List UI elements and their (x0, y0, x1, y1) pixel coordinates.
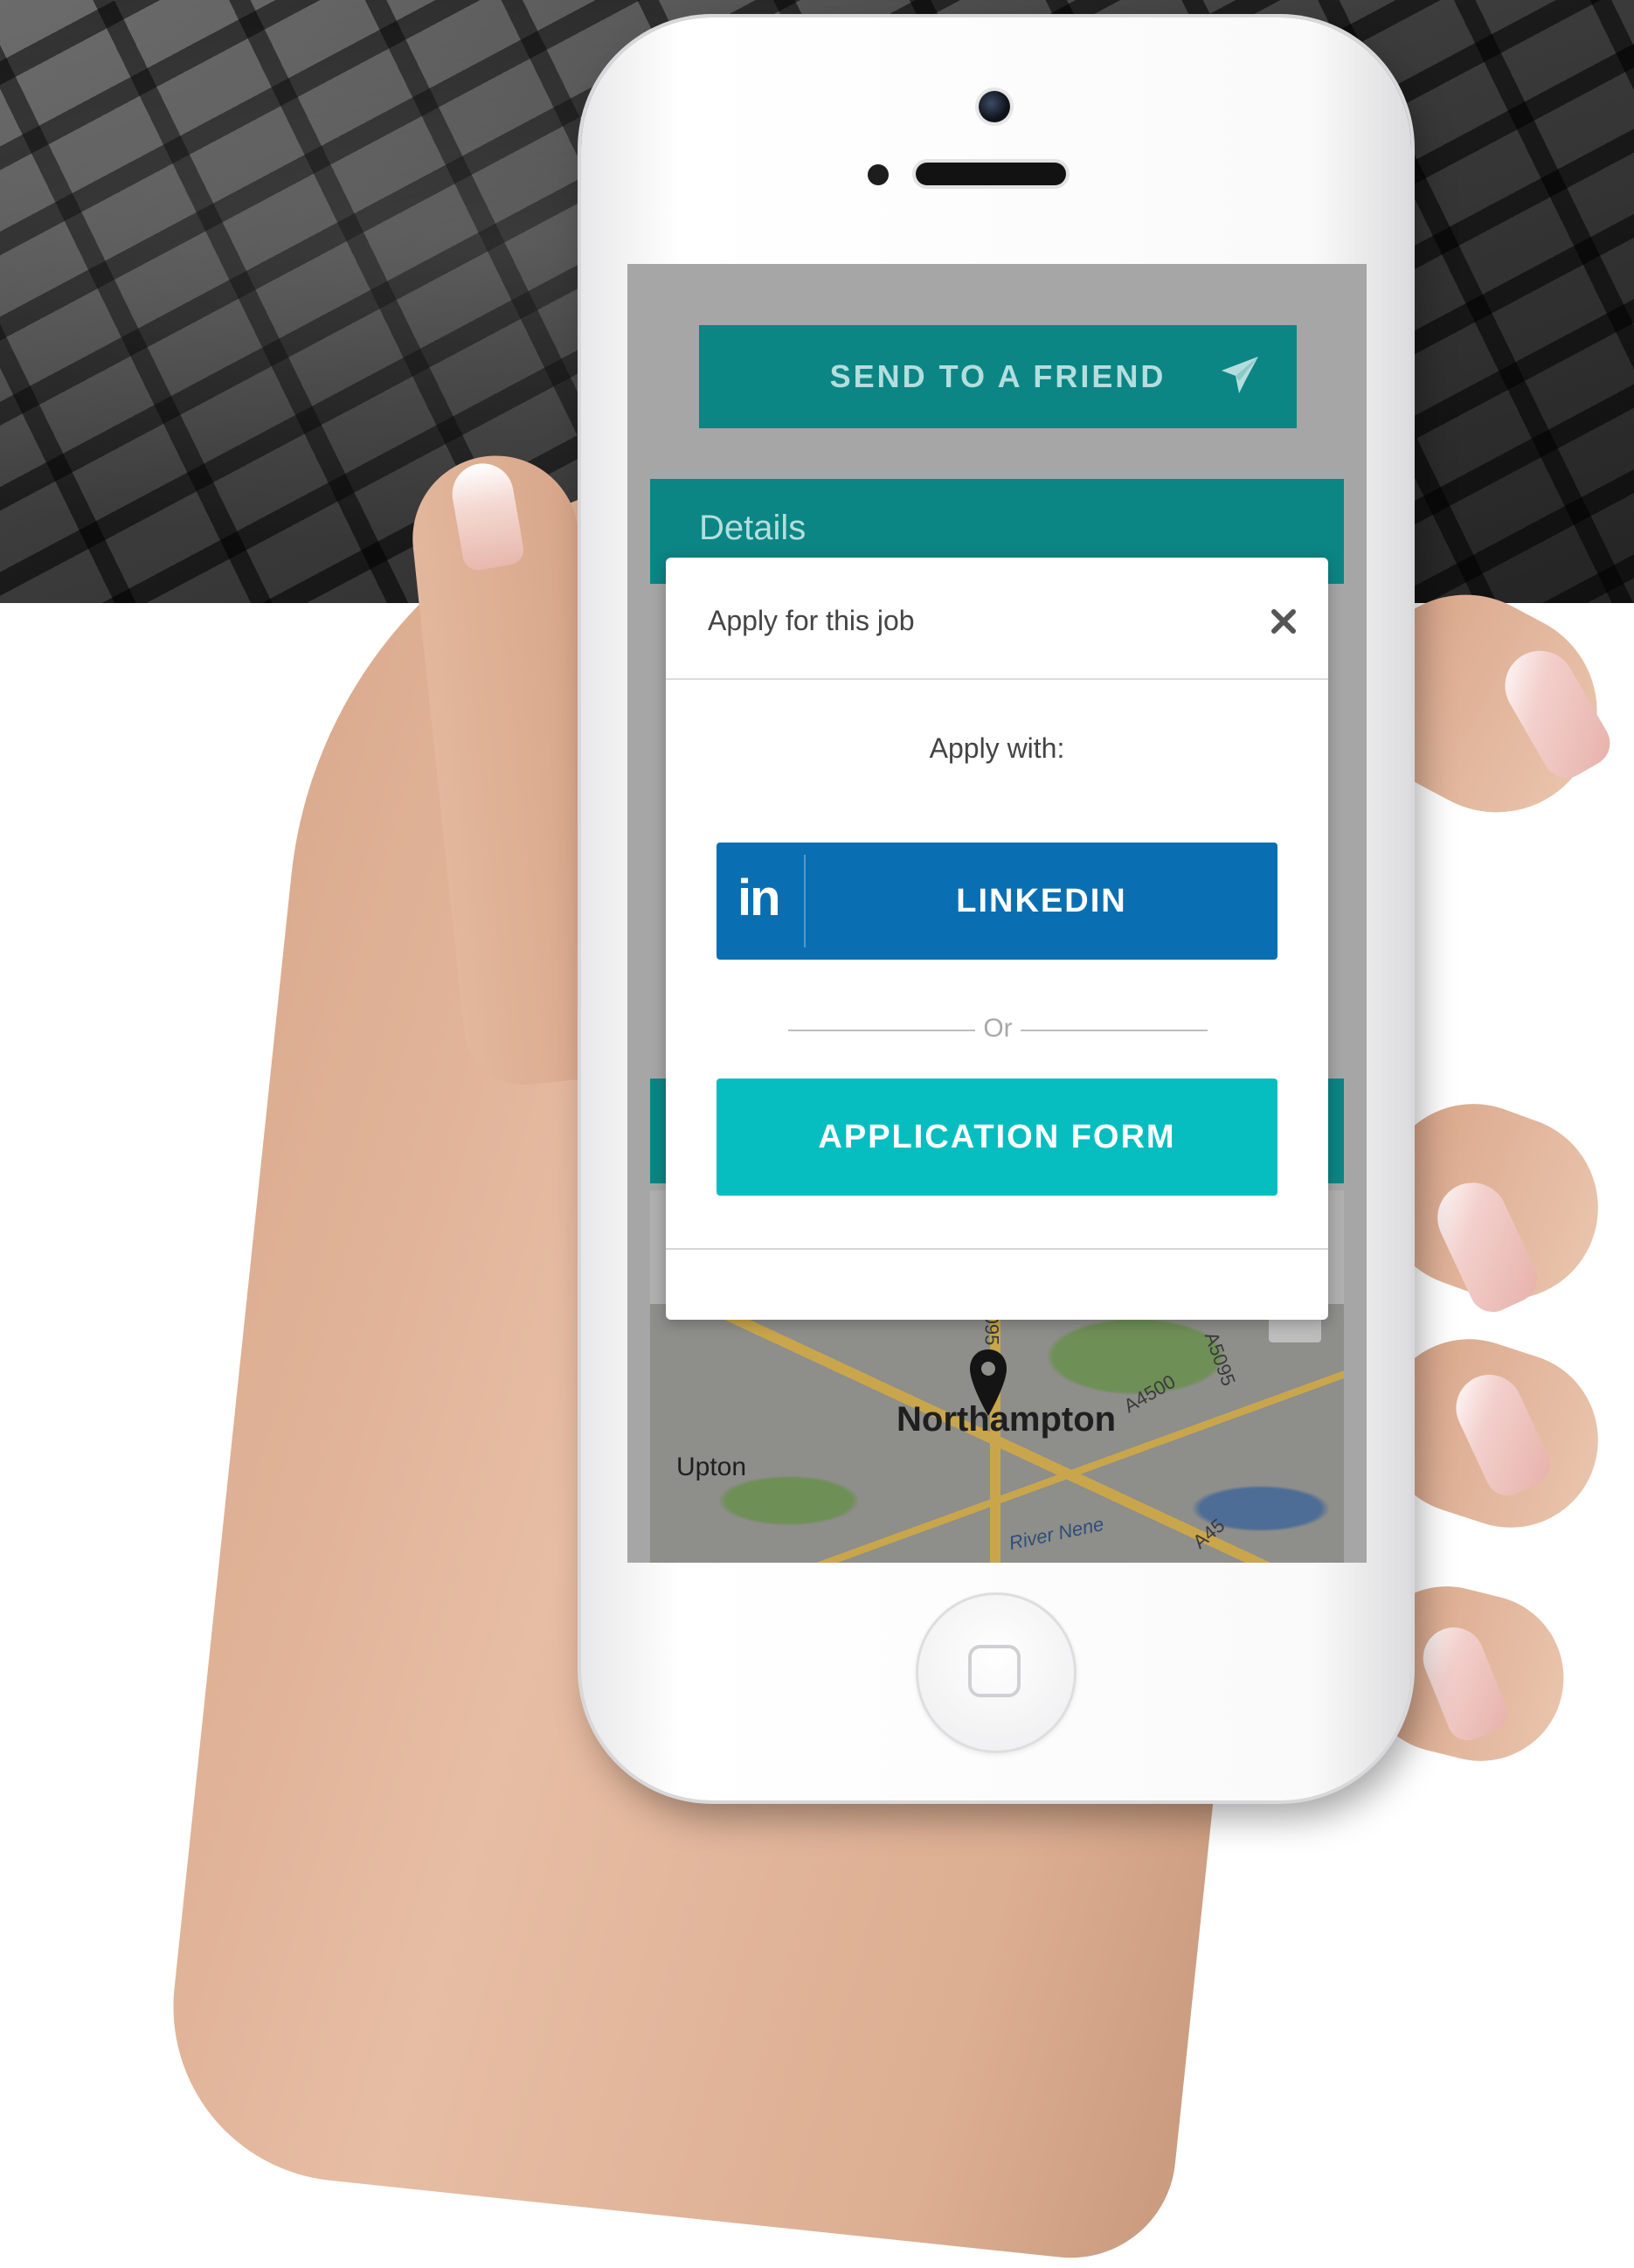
linkedin-label: LINKEDIN (956, 883, 1127, 919)
modal-header: Apply for this job (666, 558, 1328, 680)
or-text: Or (983, 1014, 1013, 1043)
apply-modal: Apply for this job Apply with: in LINKED… (666, 558, 1328, 1320)
map-city-label: Northampton (897, 1400, 1117, 1439)
map-town-label: Upton (676, 1453, 747, 1481)
home-button-square-icon (968, 1645, 1021, 1697)
modal-title: Apply for this job (708, 605, 915, 636)
application-form-button[interactable]: APPLICATION FORM (717, 1079, 1277, 1196)
phone-screen: SEND TO A FRIEND Details Northampton Upt… (627, 264, 1367, 1563)
separator-line-right (1021, 1030, 1208, 1031)
modal-footer-divider (666, 1248, 1328, 1250)
earpiece-speaker (916, 163, 1066, 185)
map-road-label: A4500 (1119, 1370, 1180, 1418)
map-river-label: River Nene (1007, 1512, 1106, 1555)
map-road-label: A45 (1188, 1514, 1229, 1553)
send-to-friend-label: SEND TO A FRIEND (829, 358, 1167, 394)
map-road-label: A5095 (1200, 1328, 1240, 1389)
apply-with-label: Apply with: (929, 732, 1065, 764)
close-icon[interactable] (1271, 608, 1297, 635)
send-to-friend-button[interactable]: SEND TO A FRIEND (699, 325, 1297, 428)
details-title: Details (699, 509, 807, 547)
or-separator: Or (788, 1012, 1208, 1047)
location-map[interactable]: Northampton Upton River Nene A4500 A5095… (650, 1304, 1344, 1563)
linkedin-apply-button[interactable]: in LINKEDIN (717, 843, 1277, 960)
linkedin-icon: in (737, 870, 781, 926)
proximity-sensor (868, 164, 889, 185)
front-camera (979, 91, 1010, 122)
paper-plane-icon (1222, 357, 1258, 393)
